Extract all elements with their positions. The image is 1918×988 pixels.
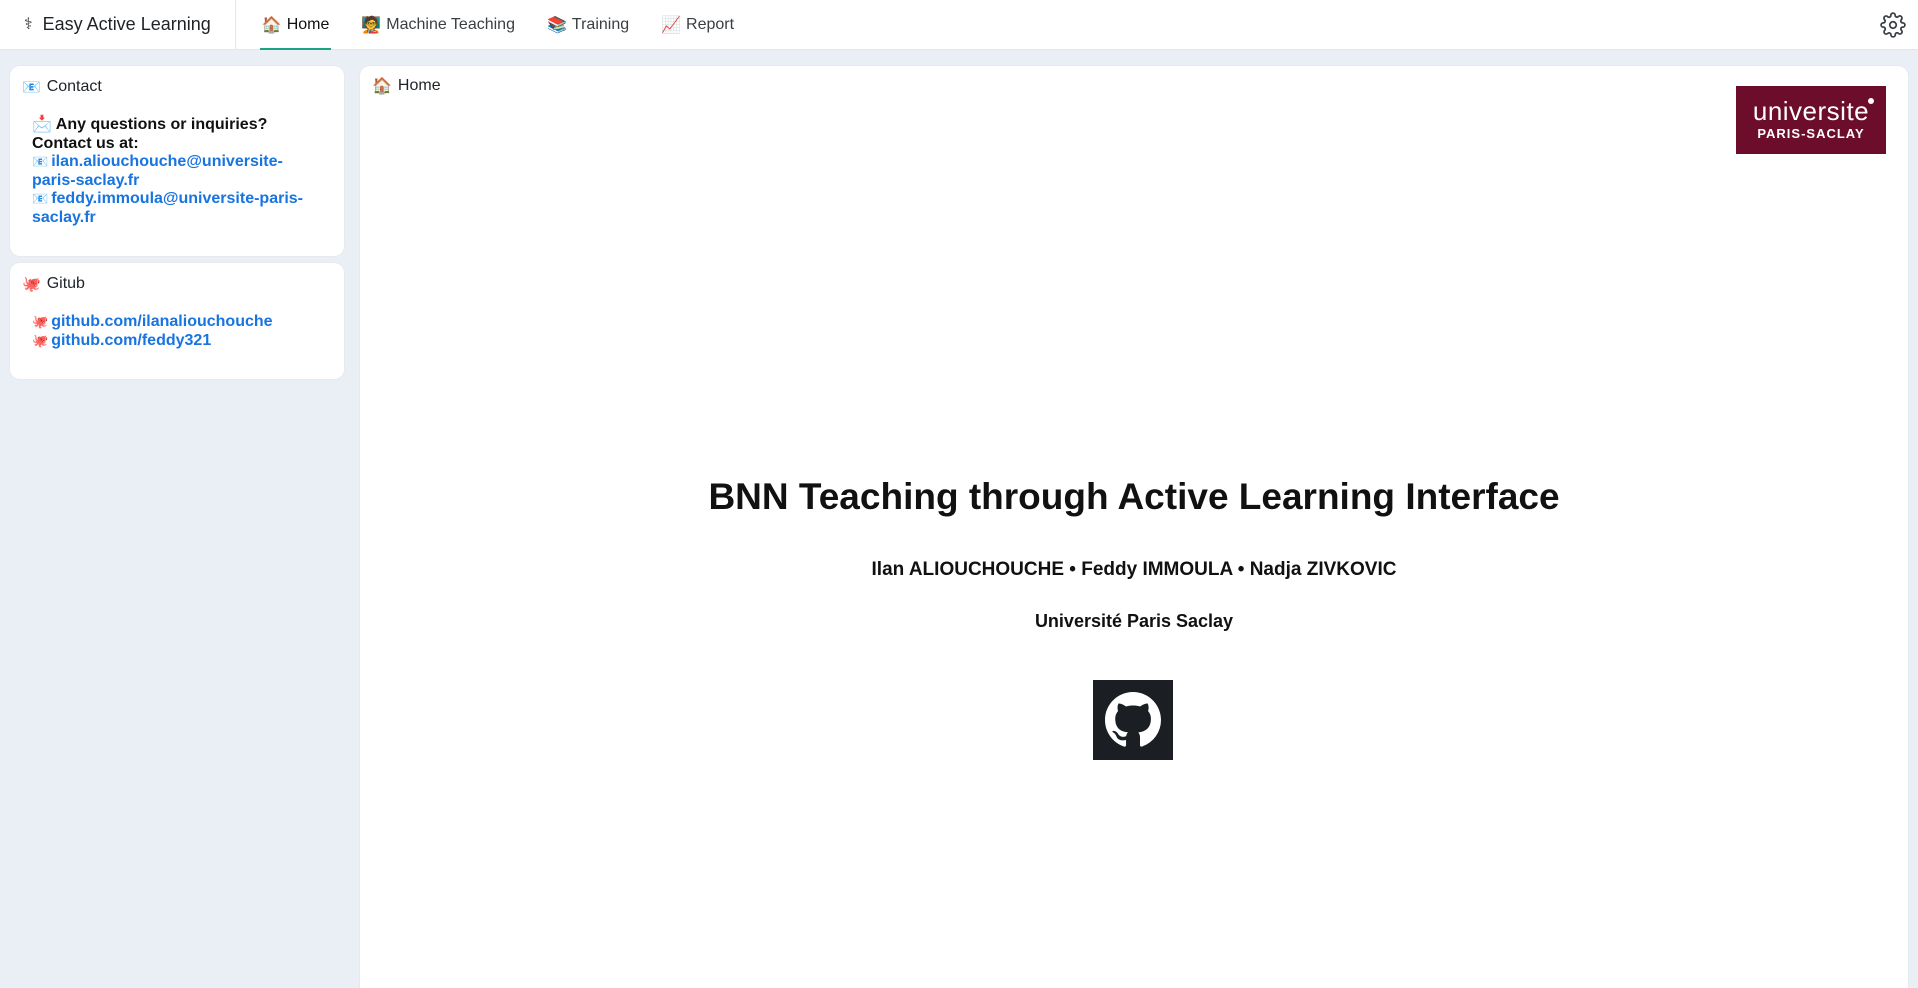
email-link[interactable]: feddy.immoula@universite-paris-saclay.fr <box>32 190 303 226</box>
email-line: 📧 ilan.aliouchouche@universite-paris-sacl… <box>32 153 322 190</box>
tab-machine-teaching[interactable]: 🧑‍🏫 Machine Teaching <box>359 0 517 50</box>
github-body: 🐙 github.com/ilanaliouchouche 🐙 github.com… <box>10 293 344 350</box>
top-navbar: ⚕ Easy Active Learning 🏠 Home 🧑‍🏫 Machin… <box>0 0 1918 50</box>
github-title: Gitub <box>46 275 85 292</box>
octopus-icon: 🐙 <box>22 276 41 293</box>
caduceus-icon: ⚕ <box>24 15 33 33</box>
contact-body: 📩 Any questions or inquiries? Contact us… <box>10 96 344 227</box>
nav-tabs: 🏠 Home 🧑‍🏫 Machine Teaching 📚 Training 📈… <box>259 0 764 50</box>
tab-report[interactable]: 📈 Report <box>659 0 736 50</box>
house-icon: 🏠 <box>372 78 392 95</box>
affiliation: Université Paris Saclay <box>1034 611 1234 631</box>
chart-icon: 📈 <box>661 16 682 34</box>
main-panel: 🏠 Home universite PARIS-SACLAY BNN Teach… <box>360 66 1908 988</box>
app-title: Easy Active Learning <box>42 14 211 34</box>
github-link[interactable]: github.com/ilanaliouchouche <box>51 313 272 330</box>
tab-training[interactable]: 📚 Training <box>545 0 631 50</box>
envelope-icon: 📧 <box>22 79 41 96</box>
contact-card-header: 📧 Contact <box>10 66 344 96</box>
tab-label: Machine Teaching <box>386 15 515 33</box>
github-icon <box>1105 692 1161 747</box>
contact-line: Contact us at: <box>32 134 139 152</box>
github-link-line: 🐙 github.com/ilanaliouchouche <box>32 313 322 332</box>
authors: Ilan ALIOUCHOUCHE • Feddy IMMOULA • Nadj… <box>871 559 1397 580</box>
contact-card: 📧 Contact 📩 Any questions or inquiries? … <box>10 66 344 256</box>
logo-dot <box>1868 98 1874 104</box>
question-line: 📩 Any questions or inquiries? <box>32 116 322 135</box>
main-panel-title: Home <box>397 77 441 94</box>
github-button[interactable] <box>1093 680 1173 760</box>
octopus-icon: 🐙 <box>32 314 49 329</box>
teacher-icon: 🧑‍🏫 <box>361 16 382 34</box>
tab-label: Report <box>686 15 735 33</box>
tab-label: Training <box>571 15 630 33</box>
email-link[interactable]: ilan.aliouchouche@universite-paris-sacla… <box>32 153 283 189</box>
envelope-icon: 📧 <box>32 154 49 169</box>
settings-button[interactable] <box>1880 12 1906 38</box>
octopus-icon: 🐙 <box>32 332 49 348</box>
github-link-line: 🐙 github.com/feddy321 <box>32 332 322 351</box>
page-title: BNN Teaching through Active Learning Int… <box>708 476 1560 517</box>
logo-line1: universite <box>1752 96 1870 126</box>
question-text: Any questions or inquiries? <box>55 116 268 133</box>
brand[interactable]: ⚕ Easy Active Learning <box>0 0 236 50</box>
github-card-header: 🐙 Gitub <box>10 263 344 293</box>
github-link[interactable]: github.com/feddy321 <box>51 332 211 349</box>
mailbox-icon: 📩 <box>32 116 52 133</box>
tab-label: Home <box>286 15 330 33</box>
university-logo: universite PARIS-SACLAY <box>1736 86 1886 154</box>
email-line: 📧 feddy.immoula@universite-paris-saclay.f… <box>32 190 322 227</box>
tab-home[interactable]: 🏠 Home <box>259 0 332 50</box>
main-panel-header: 🏠 Home <box>372 76 441 96</box>
gear-icon <box>1880 12 1906 38</box>
github-card: 🐙 Gitub 🐙 github.com/ilanaliouchouche 🐙 gi… <box>10 263 344 379</box>
books-icon: 📚 <box>546 16 567 34</box>
logo-line2: PARIS-SACLAY <box>1757 126 1865 141</box>
house-icon: 🏠 <box>261 16 282 34</box>
envelope-icon: 📧 <box>32 191 49 206</box>
contact-title: Contact <box>46 78 102 95</box>
